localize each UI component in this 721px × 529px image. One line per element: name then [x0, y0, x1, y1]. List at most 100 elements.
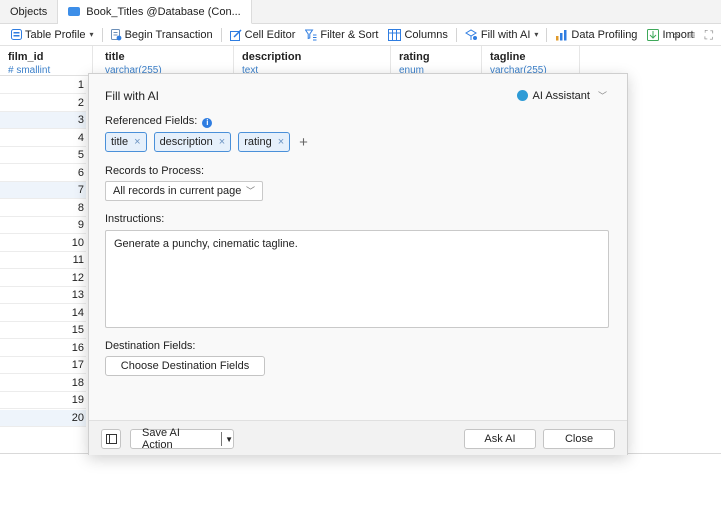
table-row[interactable]: 5: [0, 147, 86, 164]
column-header-tagline[interactable]: tagline varchar(255): [482, 46, 580, 76]
column-header-rating[interactable]: rating enum: [391, 46, 482, 76]
column-header-description[interactable]: description text: [234, 46, 391, 76]
dialog-title: Fill with AI: [105, 89, 160, 103]
save-ai-action-split-button[interactable]: Save AI Action ▼: [130, 427, 234, 451]
table-row[interactable]: 2: [0, 95, 86, 112]
table-row[interactable]: 20: [0, 409, 86, 427]
data-profiling-button[interactable]: Data Profiling: [550, 24, 642, 46]
column-name: tagline: [490, 51, 526, 63]
table-row[interactable]: 9: [0, 217, 86, 234]
film-id-cell: 13: [71, 289, 84, 301]
table-profile-button[interactable]: Table Profile ▾: [6, 24, 99, 46]
begin-transaction-label: Begin Transaction: [124, 28, 213, 41]
close-label: Close: [564, 433, 594, 445]
data-profiling-label: Data Profiling: [571, 28, 638, 41]
begin-transaction-button[interactable]: Begin Transaction: [106, 24, 218, 46]
filter-icon: [305, 29, 317, 40]
fill-with-ai-dialog: Fill with AI AI Assistant ﹀ Referenced F…: [88, 73, 628, 455]
more-tools-button[interactable]: »: [673, 28, 680, 42]
close-icon[interactable]: ×: [219, 136, 225, 148]
chevron-down-icon: ▾: [89, 30, 94, 39]
import-icon: [647, 28, 660, 41]
toolbar-divider: [101, 27, 103, 42]
film-id-cell: 15: [71, 324, 84, 336]
tab-bar: Objects Book_Titles @Database (Con...: [0, 0, 721, 24]
fill-ai-icon: [464, 28, 477, 40]
columns-button[interactable]: Columns: [383, 24, 452, 46]
tab-objects-label: Objects: [10, 5, 48, 18]
table-row[interactable]: 10: [0, 235, 86, 252]
tab-book-titles[interactable]: Book_Titles @Database (Con...: [58, 0, 252, 24]
fill-with-ai-button[interactable]: Fill with AI ▾: [460, 24, 544, 46]
info-icon[interactable]: i: [202, 118, 213, 128]
column-header-film-id[interactable]: film_id # smallint: [0, 46, 93, 76]
chevron-down-icon: ▾: [534, 30, 539, 39]
sidebar-panel-icon: [105, 434, 117, 444]
instructions-textarea[interactable]: Generate a punchy, cinematic tagline.: [105, 230, 609, 328]
table-row[interactable]: 17: [0, 357, 86, 374]
choose-destination-label: Choose Destination Fields: [120, 360, 250, 372]
close-button[interactable]: Close: [543, 429, 615, 449]
caret-down-icon[interactable]: ▼: [225, 435, 233, 444]
film-id-cell: 18: [71, 376, 84, 389]
table-row[interactable]: 4: [0, 130, 86, 147]
save-ai-action-label: Save AI Action: [142, 427, 180, 451]
filter-sort-button[interactable]: Filter & Sort: [300, 24, 383, 46]
records-select-value: All records in current page: [113, 185, 242, 197]
table-row[interactable]: 1: [0, 77, 86, 94]
instructions-label: Instructions:: [105, 213, 165, 225]
close-icon[interactable]: ×: [278, 136, 284, 148]
ask-ai-label: Ask AI: [484, 433, 516, 445]
film-id-cell: 17: [71, 359, 84, 371]
film-id-cell: 9: [77, 219, 84, 231]
film-id-cell: 20: [71, 411, 84, 424]
close-icon[interactable]: ×: [134, 136, 140, 148]
field-chip-rating[interactable]: rating ×: [238, 132, 291, 152]
toolbar-divider: [546, 27, 548, 42]
columns-icon: [388, 28, 402, 41]
records-to-process-label: Records to Process:: [105, 165, 205, 177]
table-row[interactable]: 18: [0, 375, 86, 392]
film-id-cell: 16: [71, 341, 84, 354]
column-name: title: [105, 51, 125, 63]
records-to-process-select[interactable]: All records in current page ﹀: [105, 181, 263, 201]
film-id-cell: 19: [71, 394, 84, 406]
table-row[interactable]: 6: [0, 165, 86, 182]
film-id-cell: 3: [77, 114, 84, 126]
field-chip-title[interactable]: title ×: [105, 132, 147, 152]
field-chip-description[interactable]: description ×: [153, 132, 232, 152]
column-header-title[interactable]: title varchar(255): [97, 46, 234, 76]
expand-icon[interactable]: ⛶: [705, 28, 713, 43]
table-row[interactable]: 15: [0, 322, 86, 339]
table-row[interactable]: 12: [0, 270, 86, 287]
data-profiling-icon: [556, 29, 567, 40]
hamburger-icon[interactable]: ≡: [689, 28, 696, 42]
column-type: # smallint: [8, 65, 51, 76]
table-row[interactable]: 3: [0, 112, 86, 129]
toggle-panel-button[interactable]: [101, 429, 121, 449]
film-id-cell: 5: [77, 149, 84, 161]
table-row[interactable]: 16: [0, 340, 86, 357]
table-row[interactable]: 13: [0, 287, 86, 304]
film-id-cell: 2: [77, 96, 84, 109]
film-id-cell: 6: [77, 166, 84, 179]
table-profile-label: Table Profile: [25, 28, 86, 41]
film-id-cell: 1: [77, 79, 84, 91]
table-row[interactable]: 11: [0, 252, 86, 269]
table-row[interactable]: 14: [0, 305, 86, 322]
chip-label: title: [111, 136, 129, 148]
cell-editor-button[interactable]: Cell Editor: [225, 24, 301, 46]
tab-objects[interactable]: Objects: [0, 0, 59, 23]
columns-label: Columns: [404, 28, 448, 41]
choose-destination-fields-button[interactable]: Choose Destination Fields: [105, 356, 265, 376]
add-field-icon[interactable]: +: [299, 134, 308, 151]
table-row[interactable]: 19: [0, 392, 86, 409]
table-row[interactable]: 8: [0, 200, 86, 217]
instructions-text: Generate a punchy, cinematic tagline.: [114, 238, 298, 250]
chip-label: description: [159, 136, 213, 148]
ask-ai-button[interactable]: Ask AI: [464, 429, 536, 449]
ai-assistant-dropdown[interactable]: AI Assistant ﹀: [516, 89, 607, 102]
table-row[interactable]: 7: [0, 182, 86, 199]
ai-assistant-label: AI Assistant: [532, 89, 590, 102]
referenced-fields-chips: title × description × rating × +: [105, 132, 308, 152]
